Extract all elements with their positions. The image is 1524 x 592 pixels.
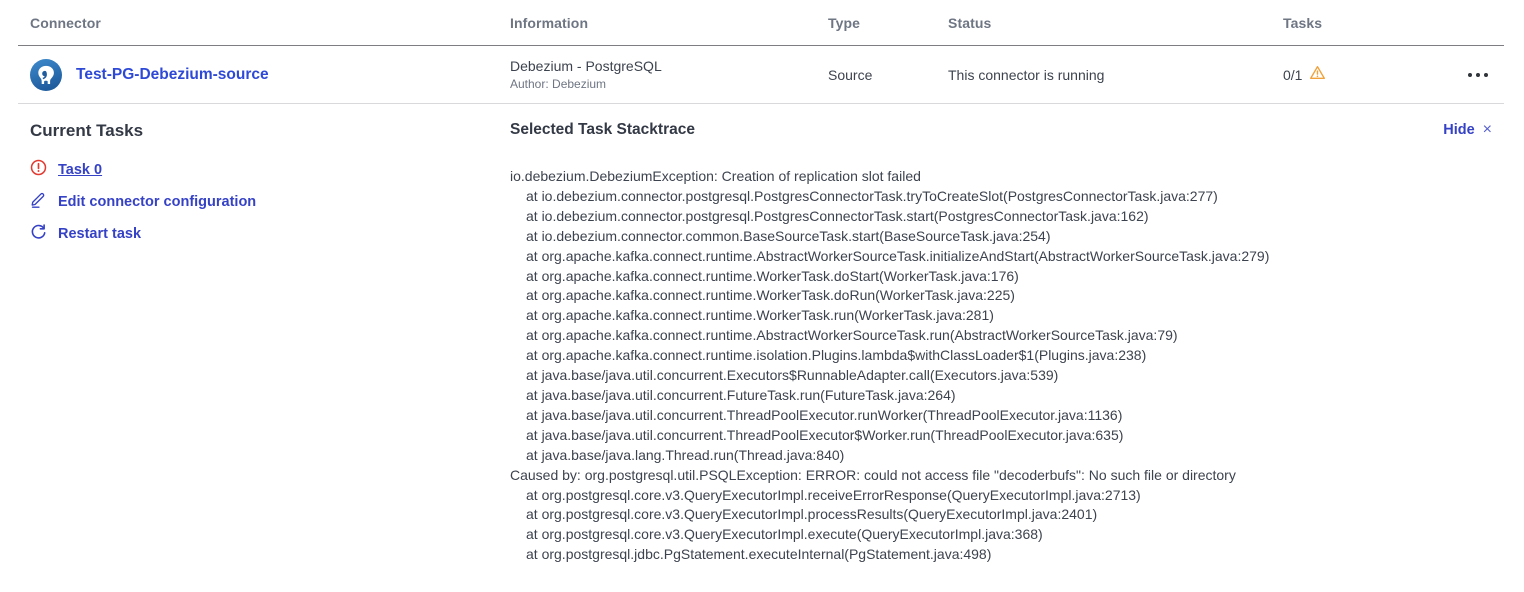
stacktrace-line: at java.base/java.util.concurrent.Future…: [510, 386, 1504, 406]
stacktrace-line: at java.base/java.util.concurrent.Execut…: [510, 366, 1504, 386]
stacktrace-header: Selected Task Stacktrace Hide ×: [510, 121, 1504, 139]
table-header: Connector Information Type Status Tasks: [18, 0, 1504, 46]
details-section: Current Tasks Task 0 Edit connector conf…: [30, 104, 1504, 565]
stacktrace-line: at java.base/java.util.concurrent.Thread…: [510, 426, 1504, 446]
connector-name-link[interactable]: Test-PG-Debezium-source: [76, 66, 269, 84]
status-cell: This connector is running: [948, 67, 1283, 83]
connector-row: Test-PG-Debezium-source Debezium - Postg…: [18, 46, 1504, 104]
column-header-type: Type: [828, 15, 948, 31]
connector-info-title: Debezium - PostgreSQL: [510, 58, 828, 74]
column-header-connector: Connector: [30, 15, 510, 31]
column-header-information: Information: [510, 15, 828, 31]
connector-info-author: Author: Debezium: [510, 77, 828, 91]
stacktrace-lines: io.debezium.DebeziumException: Creation …: [510, 167, 1504, 565]
stacktrace-line: at org.apache.kafka.connect.runtime.Work…: [510, 306, 1504, 326]
hide-label[interactable]: Hide: [1443, 122, 1474, 138]
type-cell: Source: [828, 67, 948, 83]
stacktrace-line: at org.apache.kafka.connect.runtime.Abst…: [510, 247, 1504, 267]
stacktrace-line: io.debezium.DebeziumException: Creation …: [510, 167, 1504, 187]
stacktrace-line: at org.apache.kafka.connect.runtime.isol…: [510, 346, 1504, 366]
stacktrace-line: at org.postgresql.core.v3.QueryExecutorI…: [510, 505, 1504, 525]
tasks-count: 0/1: [1283, 67, 1302, 83]
actions-cell: [1440, 67, 1504, 83]
alert-circle-icon: [30, 159, 47, 181]
tasks-cell: 0/1: [1283, 64, 1440, 86]
stacktrace-line: at java.base/java.lang.Thread.run(Thread…: [510, 446, 1504, 466]
current-tasks-panel: Current Tasks Task 0 Edit connector conf…: [30, 104, 510, 565]
restart-task-label[interactable]: Restart task: [58, 226, 141, 242]
stacktrace-line: at org.apache.kafka.connect.runtime.Work…: [510, 286, 1504, 306]
stacktrace-line: at org.postgresql.core.v3.QueryExecutorI…: [510, 525, 1504, 545]
connector-table: Connector Information Type Status Tasks: [18, 0, 1504, 104]
current-tasks-title: Current Tasks: [30, 121, 510, 141]
edit-connector-config-label[interactable]: Edit connector configuration: [58, 194, 256, 210]
stacktrace-title: Selected Task Stacktrace: [510, 121, 695, 139]
stacktrace-line: at org.postgresql.core.v3.QueryExecutorI…: [510, 486, 1504, 506]
restart-task-item[interactable]: Restart task: [30, 224, 510, 244]
task0-link[interactable]: Task 0: [58, 162, 102, 178]
hide-stacktrace-button[interactable]: Hide ×: [1443, 122, 1492, 138]
stacktrace-line: at java.base/java.util.concurrent.Thread…: [510, 406, 1504, 426]
close-icon[interactable]: ×: [1483, 122, 1492, 138]
postgres-elephant-icon: [30, 59, 62, 91]
restart-icon: [30, 223, 47, 245]
stacktrace-line: Caused by: org.postgresql.util.PSQLExcep…: [510, 466, 1504, 486]
stacktrace-line: at io.debezium.connector.common.BaseSour…: [510, 227, 1504, 247]
column-header-status: Status: [948, 15, 1283, 31]
edit-connector-config-item[interactable]: Edit connector configuration: [30, 192, 510, 212]
task-item-task0[interactable]: Task 0: [30, 160, 510, 180]
connector-detail-page: { "table": { "columns": ["Connector", "I…: [0, 0, 1524, 592]
information-cell: Debezium - PostgreSQL Author: Debezium: [510, 58, 828, 91]
row-menu-ellipsis-icon[interactable]: [1466, 67, 1490, 83]
stacktrace-line: at io.debezium.connector.postgresql.Post…: [510, 207, 1504, 227]
stacktrace-panel: Selected Task Stacktrace Hide × io.debez…: [510, 104, 1504, 565]
warning-triangle-icon: [1309, 64, 1326, 86]
stacktrace-line: at org.postgresql.jdbc.PgStatement.execu…: [510, 545, 1504, 565]
stacktrace-line: at io.debezium.connector.postgresql.Post…: [510, 187, 1504, 207]
stacktrace-line: at org.apache.kafka.connect.runtime.Work…: [510, 267, 1504, 287]
connector-cell: Test-PG-Debezium-source: [30, 59, 510, 91]
column-header-tasks: Tasks: [1283, 15, 1440, 31]
stacktrace-line: at org.apache.kafka.connect.runtime.Abst…: [510, 326, 1504, 346]
pencil-icon: [30, 191, 47, 213]
